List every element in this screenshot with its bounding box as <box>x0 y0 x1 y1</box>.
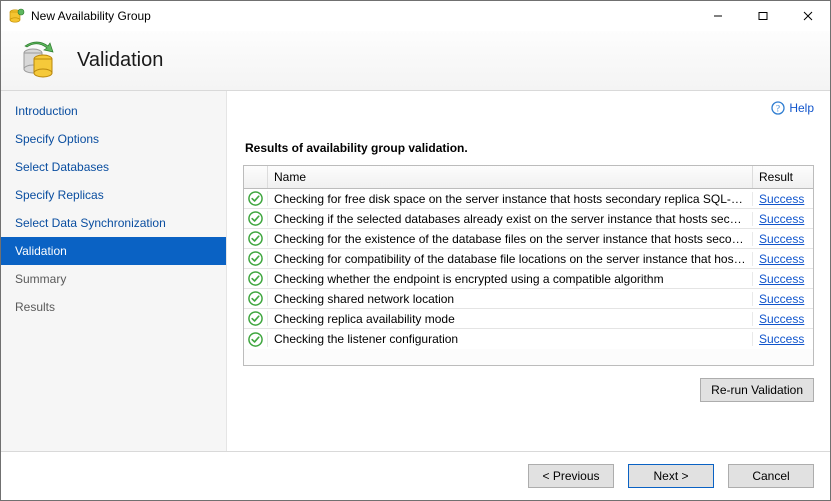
column-header-name[interactable]: Name <box>268 166 753 188</box>
next-button[interactable]: Next > <box>628 464 714 488</box>
result-link[interactable]: Success <box>759 272 804 286</box>
table-row[interactable]: Checking for free disk space on the serv… <box>244 189 813 209</box>
success-icon <box>244 191 268 206</box>
result-link[interactable]: Success <box>759 192 804 206</box>
table-row[interactable]: Checking for compatibility of the databa… <box>244 249 813 269</box>
help-icon: ? <box>771 101 785 115</box>
validation-check-name: Checking for compatibility of the databa… <box>268 252 753 266</box>
table-row[interactable]: Checking the listener configuration Succe… <box>244 329 813 349</box>
success-icon <box>244 311 268 326</box>
help-label: Help <box>789 101 814 115</box>
nav-item-specify-replicas[interactable]: Specify Replicas <box>1 181 226 209</box>
svg-text:?: ? <box>776 104 780 114</box>
success-icon <box>244 211 268 226</box>
previous-button[interactable]: < Previous <box>528 464 614 488</box>
nav-item-select-data-synchronization[interactable]: Select Data Synchronization <box>1 209 226 237</box>
maximize-button[interactable] <box>740 1 785 31</box>
success-icon <box>244 231 268 246</box>
nav-item-validation[interactable]: Validation <box>1 237 226 265</box>
validation-check-name: Checking whether the endpoint is encrypt… <box>268 272 753 286</box>
validation-check-name: Checking replica availability mode <box>268 312 753 326</box>
result-link[interactable]: Success <box>759 232 804 246</box>
validation-check-name: Checking for free disk space on the serv… <box>268 192 753 206</box>
nav-item-summary[interactable]: Summary <box>1 265 226 293</box>
wizard-step-title: Validation <box>77 49 163 72</box>
result-link[interactable]: Success <box>759 292 804 306</box>
nav-item-specify-options[interactable]: Specify Options <box>1 125 226 153</box>
nav-item-results[interactable]: Results <box>1 293 226 321</box>
table-row[interactable]: Checking whether the endpoint is encrypt… <box>244 269 813 289</box>
result-link[interactable]: Success <box>759 212 804 226</box>
help-link[interactable]: ? Help <box>771 101 814 115</box>
cancel-button[interactable]: Cancel <box>728 464 814 488</box>
success-icon <box>244 271 268 286</box>
validation-check-name: Checking the listener configuration <box>268 332 753 346</box>
result-link[interactable]: Success <box>759 332 804 346</box>
window-title: New Availability Group <box>31 9 151 23</box>
nav-item-introduction[interactable]: Introduction <box>1 97 226 125</box>
table-row[interactable]: Checking for the existence of the databa… <box>244 229 813 249</box>
result-link[interactable]: Success <box>759 312 804 326</box>
nav-item-select-databases[interactable]: Select Databases <box>1 153 226 181</box>
close-button[interactable] <box>785 1 830 31</box>
titlebar: New Availability Group <box>1 1 830 31</box>
result-link[interactable]: Success <box>759 252 804 266</box>
rerun-validation-button[interactable]: Re-run Validation <box>700 378 814 402</box>
validation-check-name: Checking if the selected databases alrea… <box>268 212 753 226</box>
column-header-result[interactable]: Result <box>753 166 813 188</box>
validation-check-name: Checking for the existence of the databa… <box>268 232 753 246</box>
wizard-footer: < Previous Next > Cancel <box>1 451 830 500</box>
validation-check-name: Checking shared network location <box>268 292 753 306</box>
grid-header: Name Result <box>244 166 813 189</box>
app-icon <box>9 8 25 24</box>
results-heading: Results of availability group validation… <box>243 119 814 165</box>
success-icon <box>244 291 268 306</box>
minimize-button[interactable] <box>695 1 740 31</box>
content-pane: ? Help Results of availability group val… <box>227 91 830 451</box>
wizard-nav: IntroductionSpecify OptionsSelect Databa… <box>1 91 227 451</box>
wizard-header: Validation <box>1 31 830 91</box>
validation-grid: Name Result Checking for free disk space… <box>243 165 814 366</box>
success-icon <box>244 332 268 347</box>
table-row[interactable]: Checking replica availability mode Succes… <box>244 309 813 329</box>
table-row[interactable]: Checking shared network location Success <box>244 289 813 309</box>
table-row[interactable]: Checking if the selected databases alrea… <box>244 209 813 229</box>
success-icon <box>244 251 268 266</box>
dialog-window: New Availability Group <box>0 0 831 501</box>
validation-icon <box>19 41 59 81</box>
